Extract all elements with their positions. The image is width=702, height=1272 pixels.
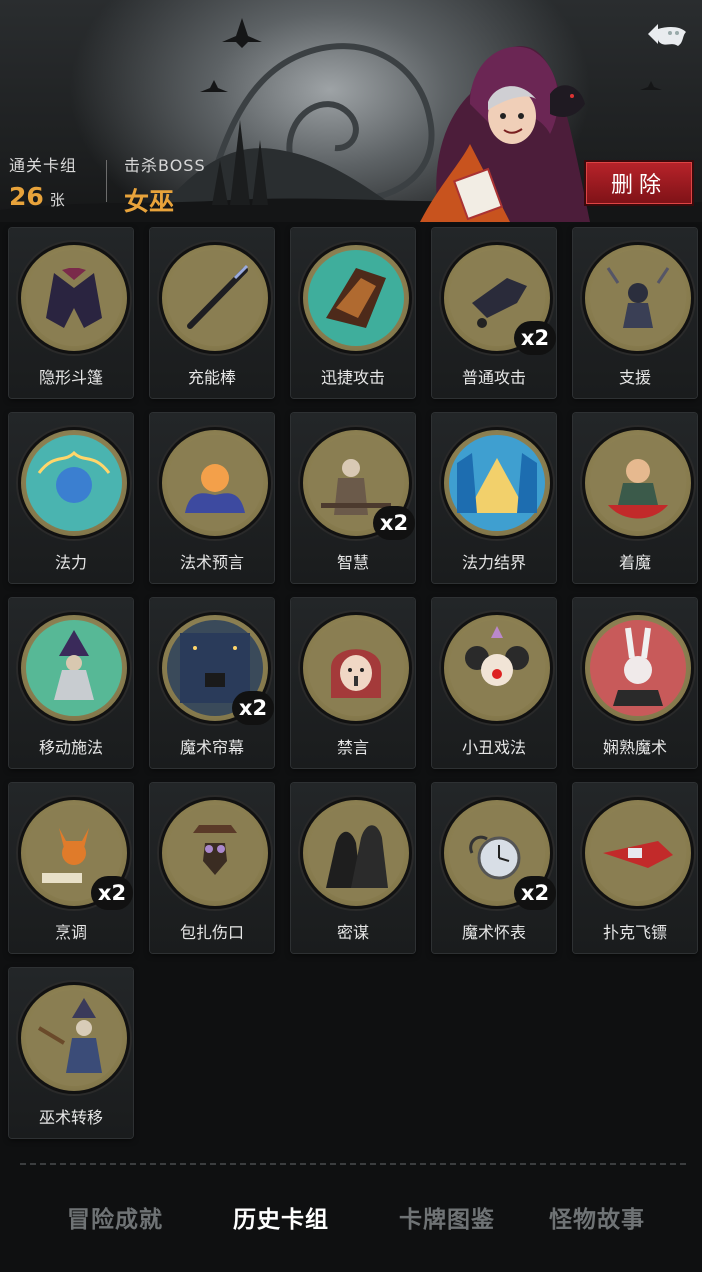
boss-stat: 击杀BOSS 女巫 [124, 152, 206, 218]
cloak-icon [26, 250, 122, 346]
plague-doctor-icon [167, 805, 263, 901]
tab-monster-stories[interactable]: 怪物故事 [522, 1190, 672, 1244]
deck-card[interactable]: 禁言 [291, 598, 415, 768]
wizard-icon [26, 620, 122, 716]
card-name: 巫术转移 [38, 1108, 103, 1127]
card-name: 包扎伤口 [179, 923, 244, 942]
clown-icon [449, 620, 545, 716]
card-name: 禁言 [336, 738, 369, 757]
deck-card[interactable]: 充能棒 [150, 228, 274, 398]
card-count-badge: x2 [373, 506, 415, 540]
card-medal [159, 427, 271, 539]
deck-card[interactable]: x2 魔术帘幕 [150, 598, 274, 768]
card-medal [582, 427, 694, 539]
cleared-deck-count: 26 [9, 182, 44, 211]
card-count-badge: x2 [514, 321, 556, 355]
wand-icon [167, 250, 263, 346]
nav-divider [20, 1163, 686, 1165]
card-name: 法力结界 [461, 553, 526, 572]
deck-card[interactable]: 法力结界 [432, 413, 556, 583]
deck-card[interactable]: 密谋 [291, 783, 415, 953]
header-banner: 通关卡组 26 张 击杀BOSS 女巫 删除 [0, 0, 702, 222]
poker-dart-icon [590, 805, 686, 901]
stat-divider [106, 160, 107, 202]
deck-card[interactable]: 迅捷攻击 [291, 228, 415, 398]
card-medal [159, 242, 271, 354]
rabbit-magician-icon [590, 620, 686, 716]
card-medal [582, 612, 694, 724]
card-count-badge: x2 [514, 876, 556, 910]
deck-card[interactable]: x2 智慧 [291, 413, 415, 583]
bottom-nav: 冒险成就 历史卡组 卡牌图鉴 怪物故事 [0, 1190, 702, 1244]
barrier-icon [449, 435, 545, 531]
card-name: 充能棒 [187, 368, 236, 387]
deck-card[interactable]: 法力 [9, 413, 133, 583]
support-icon [590, 250, 686, 346]
delete-button[interactable]: 删除 [584, 160, 694, 206]
deck-card[interactable]: 扑克飞镖 [573, 783, 697, 953]
card-name: 移动施法 [38, 738, 103, 757]
card-medal [300, 612, 412, 724]
back-button[interactable] [644, 14, 690, 54]
card-name: 魔术怀表 [461, 923, 526, 942]
deck-card[interactable]: 小丑戏法 [432, 598, 556, 768]
deck-card[interactable]: 着魔 [573, 413, 697, 583]
card-name: 着魔 [618, 553, 651, 572]
card-name: 法术预言 [179, 553, 244, 572]
ghost-back-icon [648, 24, 686, 46]
cleared-deck-unit: 张 [49, 191, 65, 209]
card-medal [441, 612, 553, 724]
deck-card[interactable]: x2 普通攻击 [432, 228, 556, 398]
card-name: 魔术帘幕 [179, 738, 244, 757]
hooded-figures-icon [308, 805, 404, 901]
card-medal [18, 612, 130, 724]
deck-card[interactable]: x2 魔术怀表 [432, 783, 556, 953]
card-name: 烹调 [54, 923, 87, 942]
card-count-badge: x2 [232, 691, 274, 725]
deck-card[interactable]: 隐形斗篷 [9, 228, 133, 398]
witch-boss-portrait [420, 46, 590, 222]
card-name: 娴熟魔术 [602, 738, 667, 757]
deck-card[interactable]: 巫术转移 [9, 968, 133, 1138]
cleared-deck-label: 通关卡组 [9, 156, 78, 175]
tab-history-deck[interactable]: 历史卡组 [206, 1190, 356, 1244]
card-name: 小丑戏法 [461, 738, 526, 757]
card-name: 密谋 [336, 923, 369, 942]
deck-card[interactable]: 包扎伤口 [150, 783, 274, 953]
card-medal [582, 242, 694, 354]
deck-card[interactable]: 法术预言 [150, 413, 274, 583]
gauntlet-icon [308, 250, 404, 346]
card-medal [300, 242, 412, 354]
sorcery-transfer-icon [26, 990, 122, 1086]
card-name: 支援 [618, 368, 651, 387]
card-name: 法力 [54, 553, 87, 572]
mana-orb-icon [26, 435, 122, 531]
card-medal [300, 797, 412, 909]
card-name: 普通攻击 [461, 368, 526, 387]
tab-adventure-achievements[interactable]: 冒险成就 [40, 1190, 190, 1244]
card-medal [159, 797, 271, 909]
card-medal [18, 427, 130, 539]
boss-label: 击杀BOSS [124, 156, 206, 175]
card-medal [18, 242, 130, 354]
card-name: 迅捷攻击 [320, 368, 385, 387]
deck-card[interactable]: 移动施法 [9, 598, 133, 768]
deck-card[interactable]: 娴熟魔术 [573, 598, 697, 768]
cleared-deck-stat: 通关卡组 26 张 [9, 152, 77, 211]
card-medal [18, 982, 130, 1094]
card-name: 隐形斗篷 [38, 368, 103, 387]
crystal-ball-icon [167, 435, 263, 531]
card-medal [582, 797, 694, 909]
silence-icon [308, 620, 404, 716]
deck-card[interactable]: 支援 [573, 228, 697, 398]
card-name: 智慧 [336, 553, 369, 572]
possessed-icon [590, 435, 686, 531]
card-count-badge: x2 [91, 876, 133, 910]
tab-card-compendium[interactable]: 卡牌图鉴 [372, 1190, 522, 1244]
card-medal [441, 427, 553, 539]
card-name: 扑克飞镖 [602, 923, 667, 942]
boss-name: 女巫 [124, 187, 175, 216]
deck-card[interactable]: x2 烹调 [9, 783, 133, 953]
